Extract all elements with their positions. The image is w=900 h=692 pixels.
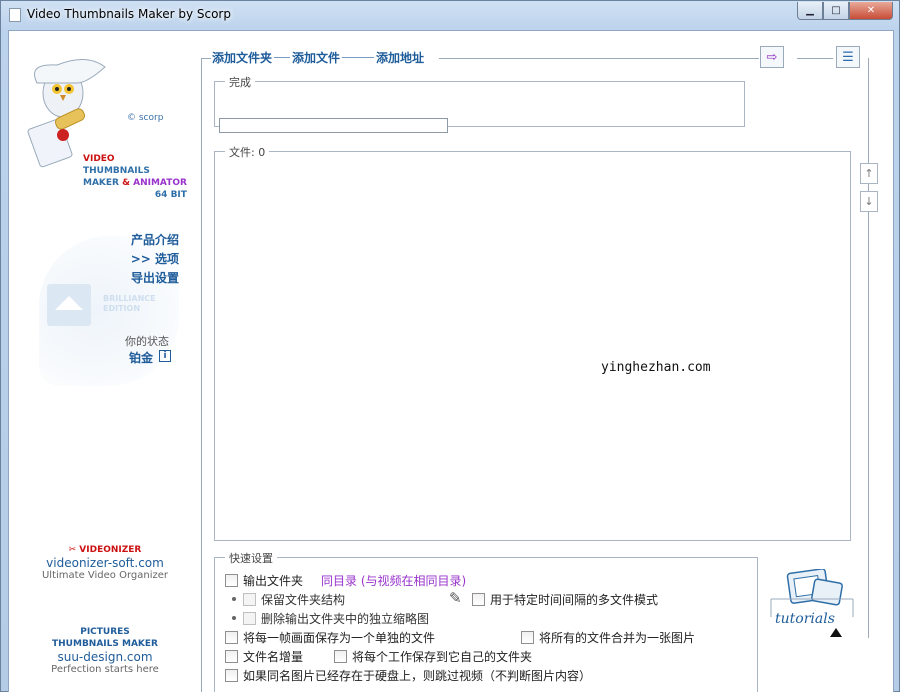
output-folder-label: 输出文件夹	[243, 574, 304, 588]
pen-icon[interactable]: ✎	[449, 589, 462, 607]
quick-settings-label: 快速设置	[225, 550, 277, 566]
ptm-url[interactable]: suu-design.com	[9, 650, 201, 664]
keep-structure-label: 保留文件夹结构	[261, 593, 346, 607]
add-toolbar: 添加文件夹 添加文件 添加地址	[212, 49, 424, 66]
divider-top-right	[797, 58, 833, 59]
skip-existing-checkbox[interactable]	[225, 669, 238, 682]
output-folder-checkbox[interactable]	[225, 574, 238, 587]
merge-all-option[interactable]: 将所有的文件合并为一张图片	[521, 629, 695, 646]
skip-existing-label: 如果同名图片已经存在于硬盘上，则跳过视频（不判断图片内容）	[243, 669, 592, 683]
logo-line1: VIDEO	[83, 154, 115, 164]
divider-top	[439, 58, 759, 59]
divider	[274, 57, 291, 58]
merge-all-checkbox[interactable]	[521, 631, 534, 644]
keep-structure-option[interactable]: 保留文件夹结构	[243, 591, 345, 608]
videonizer-logo-icon: ✂	[68, 545, 77, 555]
filename-increment-option[interactable]: 文件名增量	[225, 648, 303, 665]
scorp-credit[interactable]: © scorp	[127, 113, 163, 123]
nav-product-intro[interactable]: 产品介绍	[131, 231, 179, 250]
sidebar-nav: 产品介绍 >> 选项 导出设置	[131, 231, 179, 288]
add-folder-link[interactable]: 添加文件夹	[212, 49, 272, 66]
save-each-frame-option[interactable]: 将每一帧画面保存为一个单独的文件	[225, 629, 435, 646]
title-bar[interactable]: Video Thumbnails Maker by Scorp ▁ □ ✕	[1, 1, 899, 29]
file-count-label: 文件: 0	[225, 144, 270, 160]
delete-thumbs-option[interactable]: 删除输出文件夹中的独立缩略图	[243, 610, 429, 627]
divider-right	[868, 58, 869, 638]
brilliance-edition-text: BRILLIANCE EDITION	[103, 294, 156, 314]
app-window: Video Thumbnails Maker by Scorp ▁ □ ✕ © …	[0, 0, 900, 692]
tutorials-label: tutorials	[775, 611, 835, 627]
sidebar: © scorp VIDEO THUMBNAILS MAKER & ANIMATO…	[9, 31, 201, 692]
app-icon	[9, 8, 21, 22]
minimize-button[interactable]: ▁	[797, 2, 823, 20]
window-controls: ▁ □ ✕	[797, 2, 893, 20]
logo-line4: 64 BIT	[154, 190, 187, 200]
merge-all-label: 将所有的文件合并为一张图片	[539, 631, 696, 645]
progress-bar	[219, 118, 448, 133]
client-area: © scorp VIDEO THUMBNAILS MAKER & ANIMATO…	[8, 30, 894, 692]
divider	[342, 57, 375, 58]
brilliance-line2: EDITION	[103, 304, 141, 313]
product-logo-text: VIDEO THUMBNAILS MAKER & ANIMATOR 64 BIT	[83, 153, 187, 201]
move-up-button[interactable]: ↑	[860, 163, 878, 184]
pictures-thumbnails-promo[interactable]: PICTURES THUMBNAILS MAKER suu-design.com…	[9, 626, 201, 675]
multi-file-mode-checkbox[interactable]	[472, 593, 485, 606]
tutorials-arrow-icon	[830, 628, 842, 637]
status-label: 你的状态	[125, 335, 169, 348]
filename-increment-label: 文件名增量	[243, 650, 304, 664]
logo-maker: MAKER	[83, 178, 119, 188]
ptm-title2: THUMBNAILS MAKER	[52, 639, 158, 649]
exit-arrow-icon: ⇨	[766, 49, 778, 65]
ptm-slogan: Perfection starts here	[51, 664, 159, 675]
delete-thumbs-checkbox[interactable]	[243, 612, 256, 625]
videonizer-promo[interactable]: ✂ VIDEONIZER videonizer-soft.com Ultimat…	[9, 544, 201, 581]
nav-options[interactable]: >> 选项	[131, 250, 179, 269]
videonizer-slogan: Ultimate Video Organizer	[41, 570, 169, 581]
tutorials-button[interactable]: tutorials	[769, 568, 855, 637]
output-folder-option[interactable]: 输出文件夹	[225, 572, 303, 589]
divider-left	[201, 58, 202, 692]
save-each-job-option[interactable]: 将每个工作保存到它自己的文件夹	[334, 648, 532, 665]
move-down-button[interactable]: ↓	[860, 191, 878, 212]
save-each-frame-label: 将每一帧画面保存为一个单独的文件	[243, 631, 436, 645]
file-list[interactable]: 文件: 0	[214, 144, 851, 541]
bullet	[232, 616, 236, 620]
maximize-button[interactable]: □	[823, 2, 849, 20]
ptm-title1: PICTURES	[80, 627, 130, 637]
status-value[interactable]: 铂金	[129, 349, 153, 366]
multi-file-mode-label: 用于特定时间间隔的多文件模式	[490, 593, 659, 607]
save-each-frame-checkbox[interactable]	[225, 631, 238, 644]
info-icon[interactable]: i	[159, 350, 171, 362]
logo-line3: MAKER & ANIMATOR	[83, 177, 187, 189]
window-title: Video Thumbnails Maker by Scorp	[27, 7, 231, 21]
logo-amp: &	[122, 178, 130, 188]
videonizer-title: ✂ VIDEONIZER	[9, 544, 201, 556]
save-each-job-checkbox[interactable]	[334, 650, 347, 663]
nav-export-settings[interactable]: 导出设置	[131, 269, 179, 288]
add-url-link[interactable]: 添加地址	[376, 49, 424, 66]
menu-button[interactable]: ☰	[836, 46, 860, 68]
done-group-label: 完成	[225, 74, 255, 90]
bullet	[232, 597, 236, 601]
brilliance-edition-icon	[47, 284, 91, 326]
close-button[interactable]: ✕	[849, 2, 893, 20]
filename-increment-checkbox[interactable]	[225, 650, 238, 663]
save-each-job-label: 将每个工作保存到它自己的文件夹	[352, 650, 533, 664]
delete-thumbs-label: 删除输出文件夹中的独立缩略图	[261, 612, 430, 626]
divider-top-left	[201, 58, 211, 59]
menu-icon: ☰	[842, 49, 854, 65]
same-dir-link[interactable]: 同目录 (与视频在相同目录)	[321, 572, 466, 589]
keep-structure-checkbox[interactable]	[243, 593, 256, 606]
videonizer-title-text: VIDEONIZER	[79, 545, 142, 555]
videonizer-url[interactable]: videonizer-soft.com	[9, 556, 201, 570]
multi-file-mode-option[interactable]: 用于特定时间间隔的多文件模式	[472, 591, 658, 608]
exit-button[interactable]: ⇨	[760, 46, 784, 68]
brilliance-line1: BRILLIANCE	[103, 294, 156, 303]
add-file-link[interactable]: 添加文件	[292, 49, 340, 66]
logo-animator: ANIMATOR	[133, 178, 187, 188]
skip-existing-option[interactable]: 如果同名图片已经存在于硬盘上，则跳过视频（不判断图片内容）	[225, 667, 591, 684]
watermark-text: yinghezhan.com	[601, 360, 711, 375]
logo-line2: THUMBNAILS	[83, 166, 150, 176]
